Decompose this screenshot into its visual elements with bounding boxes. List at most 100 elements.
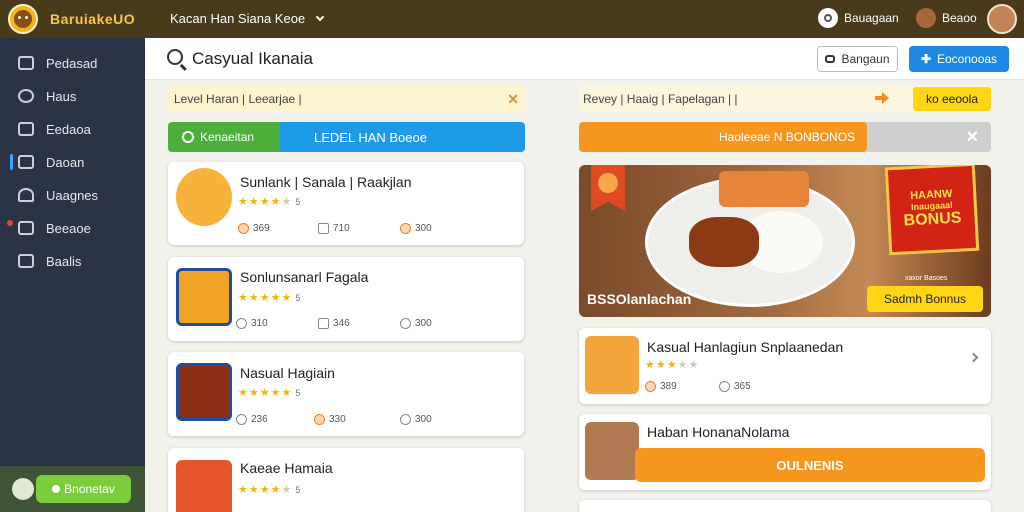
- filter-text: Revey | Haaig | Fapelagan | |: [583, 92, 738, 106]
- sidebar-item-6[interactable]: Beeaoe: [0, 215, 145, 241]
- sidebar-item-label: Beeaoe: [46, 220, 91, 236]
- list-item[interactable]: Sunlank | Sanala | Raakjlan ★★★★★ 5 369 7…: [168, 162, 524, 245]
- box-icon: [18, 254, 34, 268]
- plus-icon: ✚: [920, 52, 931, 66]
- primary-button[interactable]: ✚ Eoconooas: [909, 46, 1009, 72]
- fire-icon: [314, 414, 325, 425]
- list-item[interactable]: Sonlunsanarl Fagala ★★★★★ 5 310 346 300: [168, 257, 524, 341]
- user-chip-2[interactable]: Beaoo: [916, 8, 977, 28]
- sidebar-item-4[interactable]: Daoan: [0, 149, 145, 175]
- sidebar-item-label: Pedasad: [46, 55, 98, 71]
- sidebar-item-label: Haus: [46, 88, 77, 104]
- clock-icon: [236, 318, 247, 329]
- arrow-right-icon: [875, 92, 889, 104]
- meta-1: 389: [645, 381, 677, 392]
- meta-1: 236: [236, 414, 268, 425]
- drink-thumbnail: [176, 268, 232, 326]
- checkmark-icon: [52, 485, 61, 493]
- brand-name: BaruiakeUO: [50, 11, 136, 27]
- user-avatar-icon: [916, 8, 936, 28]
- sidebar-item-label: Eedaoa: [46, 121, 91, 137]
- page-header: Casyual Ikanaia Bangaun ✚ Eoconooas: [145, 38, 1024, 80]
- filter-button[interactable]: ko eeoola: [913, 87, 991, 111]
- secondary-button[interactable]: Bangaun: [817, 46, 898, 72]
- page-title: Casyual Ikanaia: [192, 49, 313, 68]
- link-icon: [825, 55, 836, 63]
- promo-caption: BSSOlanlachan: [587, 291, 692, 307]
- tab-blue[interactable]: LEDEL HAN Boeoe: [280, 122, 525, 152]
- sidebar-item-label: Uaagnes: [46, 187, 99, 203]
- progress-bar: Haoleeae N BONBONOS ✕: [579, 122, 991, 152]
- chevron-down-icon: [315, 12, 325, 22]
- tab-green[interactable]: Kenaeitan: [168, 122, 280, 152]
- filter-strip-left[interactable]: Level Haran | Leearjae | ✕: [168, 86, 525, 112]
- user-avatar-icon[interactable]: [12, 478, 34, 500]
- close-icon[interactable]: ✕: [966, 127, 979, 147]
- top-nav-menu[interactable]: Kacan Han Siana Keoe: [170, 11, 325, 26]
- heart-icon: [400, 223, 411, 234]
- clock-icon: [318, 223, 329, 234]
- grid-icon: [18, 221, 34, 235]
- item-title: Sunlank | Sanala | Raakjlan: [240, 174, 412, 190]
- sidebar-item-3[interactable]: Eedaoa: [0, 116, 145, 142]
- sidebar-item-1[interactable]: Pedasad: [0, 50, 145, 76]
- meta-1: 310: [236, 318, 268, 329]
- sidebar-footer: Bnonetav: [0, 466, 145, 512]
- list-item[interactable]: [579, 500, 991, 512]
- promo-button[interactable]: Sadmh Bonnus: [867, 286, 983, 312]
- filter-text: Level Haran | Leearjae |: [174, 92, 302, 106]
- promo-banner[interactable]: HAANW Inaugaaal BONUS BSSOlanlachan xaxo…: [579, 165, 991, 317]
- filter-strip-right[interactable]: Revey | Haaig | Fapelagan | | ko eeoola: [579, 86, 991, 112]
- chevron-right-icon[interactable]: [968, 352, 979, 363]
- mascot-thumbnail: [176, 168, 232, 226]
- user-chip-1[interactable]: Bauagaan: [818, 8, 899, 28]
- sidebar-action-button[interactable]: Bnonetav: [36, 475, 131, 503]
- sidebar-item-label: Baalis: [46, 253, 82, 269]
- list-item[interactable]: Kaeae Hamaia ★★★★★ 5: [168, 448, 524, 512]
- action-button[interactable]: OULNENIS: [635, 448, 985, 482]
- circle-icon: [182, 131, 194, 143]
- item-title: Haban HonanaNolama: [647, 424, 790, 440]
- top-nav-label: Kacan Han Siana Keoe: [170, 11, 306, 26]
- calendar-icon: [318, 318, 329, 329]
- meta-3: 300: [400, 318, 432, 329]
- gear-icon: [400, 318, 411, 329]
- sidebar-item-7[interactable]: Baalis: [0, 248, 145, 274]
- cup-thumbnail: [176, 460, 232, 512]
- list-item[interactable]: Haban HonanaNolama OULNENIS: [579, 414, 991, 490]
- ribbon-tag-icon: [591, 165, 625, 211]
- close-icon[interactable]: ✕: [507, 91, 519, 108]
- meta-2: 346: [318, 318, 350, 329]
- gear-icon: [719, 381, 730, 392]
- meta-3: 300: [400, 414, 432, 425]
- bonus-badge: HAANW Inaugaaal BONUS: [884, 165, 980, 256]
- profile-avatar[interactable]: [987, 4, 1017, 34]
- gear-icon: [400, 414, 411, 425]
- meta-1: 369: [238, 223, 270, 234]
- sidebar-item-5[interactable]: Uaagnes: [0, 182, 145, 208]
- fire-icon: [238, 223, 249, 234]
- sidebar-item-2[interactable]: Haus: [0, 83, 145, 109]
- coffee-thumbnail: [176, 363, 232, 421]
- user2-label: Beaoo: [942, 11, 977, 25]
- list-item[interactable]: Kasual Hanlagiun Snplaanedan ★★★★★ 389 3…: [579, 328, 991, 404]
- snack-thumbnail: [585, 422, 639, 480]
- sidebar-item-label: Daoan: [46, 154, 85, 170]
- list-item[interactable]: Nasual Hagiain ★★★★★ 5 236 330 300: [168, 352, 524, 436]
- search-icon[interactable]: [167, 49, 183, 65]
- meta-2: 330: [314, 414, 346, 425]
- star-rating: ★★★★★ 5: [238, 387, 302, 399]
- gear-icon: [18, 89, 34, 103]
- logo-icon[interactable]: [8, 4, 38, 34]
- meta-3: 300: [400, 223, 432, 234]
- meta-2: 710: [318, 223, 350, 234]
- secondary-button-label: Bangaun: [841, 52, 890, 66]
- calendar-icon: [18, 122, 34, 136]
- item-title: Kaeae Hamaia: [240, 460, 333, 476]
- progress-label: Haoleeae N BONBONOS: [719, 130, 856, 144]
- fire-icon: [645, 381, 656, 392]
- meta-2: 365: [719, 381, 751, 392]
- top-bar: BaruiakeUO Kacan Han Siana Keoe Bauagaan…: [0, 0, 1024, 38]
- filter-button-label: ko eeoola: [925, 92, 979, 106]
- promo-button-label: Sadmh Bonnus: [883, 292, 967, 306]
